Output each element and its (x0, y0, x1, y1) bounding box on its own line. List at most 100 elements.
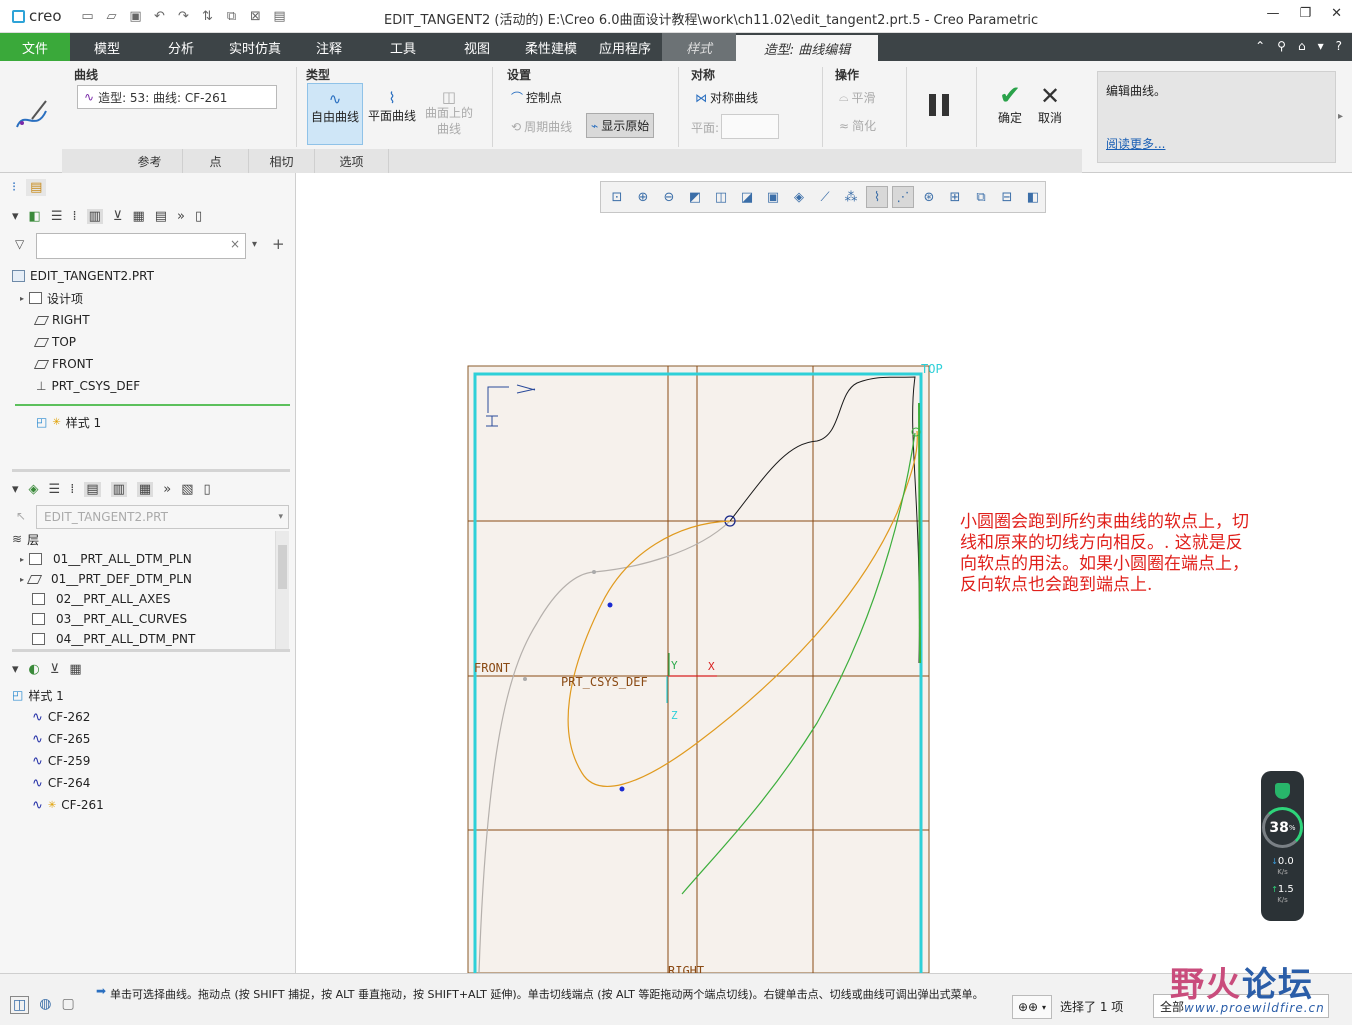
open-file-icon[interactable]: ▱ (104, 9, 120, 24)
tree-item[interactable]: TOP (12, 331, 154, 353)
tree-item[interactable]: 03__PRT_ALL_CURVES (12, 609, 195, 629)
panel-divider[interactable] (12, 469, 290, 472)
close-window-icon[interactable]: ⊠ (248, 9, 264, 24)
tree-notes-icon[interactable]: ▯ (195, 209, 202, 224)
menu-view[interactable]: 视图 (440, 33, 514, 61)
style-tree-filter-icon[interactable]: ⊻ (50, 662, 60, 677)
tree-item[interactable]: ▸ 01__PRT_DEF_DTM_PLN (12, 569, 195, 589)
browser-toggle-icon[interactable]: ◍ (39, 996, 51, 1014)
folder-browser-tab-icon[interactable]: ▤ (26, 178, 47, 196)
ribbon-expand-icon[interactable]: ▸ (1338, 111, 1343, 122)
layer-expand-icon[interactable]: ▾ (12, 482, 19, 497)
style-feature-item[interactable]: ◰ ✳ 样式 1 (12, 411, 101, 433)
symmetric-curve-button[interactable]: ⋈ 对称曲线 (695, 89, 758, 106)
list-item[interactable]: ∿ CF-265 (12, 728, 104, 750)
menu-simulation[interactable]: 实时仿真 (218, 33, 292, 61)
collapse-ribbon-icon[interactable]: ⌃ (1255, 39, 1265, 53)
window-switch-icon[interactable]: ⧉ (224, 9, 240, 24)
tree-search-input[interactable]: × (36, 233, 246, 259)
menu-file[interactable]: 文件 (0, 33, 70, 61)
help-dropdown-icon[interactable]: ▾ (1318, 39, 1324, 53)
tree-filter-icon[interactable]: ⊻ (113, 209, 123, 224)
pause-button[interactable] (929, 94, 953, 116)
symmetry-plane-field[interactable] (721, 114, 779, 139)
tab-points[interactable]: 点 (183, 149, 249, 173)
tree-item[interactable]: FRONT (12, 353, 154, 375)
menu-annotate[interactable]: 注释 (292, 33, 366, 61)
tree-expand-icon[interactable]: ▾ (12, 209, 19, 224)
search-icon[interactable]: ⚲ (1277, 39, 1286, 53)
tree-item[interactable]: ◰ 样式 1 (12, 684, 104, 706)
menu-applications[interactable]: 应用程序 (588, 33, 662, 61)
clear-search-icon[interactable]: × (230, 237, 240, 251)
tree-list-icon[interactable]: ☰ (51, 209, 63, 224)
show-original-button[interactable]: ⌁ 显示原始 (586, 113, 655, 138)
expand-arrow-icon[interactable]: ▸ (20, 555, 24, 564)
list-item[interactable]: ∿ CF-264 (12, 772, 104, 794)
network-monitor-widget[interactable]: 38% ↓0.0 K/s ↑1.5 K/s (1261, 771, 1304, 921)
menu-style[interactable]: 样式 (662, 33, 736, 61)
minimize-icon[interactable]: — (1266, 6, 1279, 21)
settings-icon[interactable]: ▤ (272, 9, 288, 24)
select-arrow-icon[interactable]: ↖ (16, 509, 26, 523)
save-icon[interactable]: ▣ (128, 9, 144, 24)
model-tree-tab-icon[interactable]: ⁝ (12, 180, 16, 195)
tree-item[interactable]: ▸ 设计项 (12, 287, 154, 309)
insert-indicator[interactable] (15, 404, 290, 406)
list-item[interactable]: ∿ CF-259 (12, 750, 104, 772)
tab-options[interactable]: 选项 (315, 149, 389, 173)
community-icon[interactable]: ⌂ (1298, 39, 1306, 53)
layer-model-combo[interactable]: EDIT_TANGENT2.PRT ▾ (36, 505, 289, 529)
list-item[interactable]: ∿ CF-262 (12, 706, 104, 728)
smooth-button[interactable]: ⌓ 平滑 (839, 89, 876, 106)
search-options-icon[interactable]: ▾ (252, 239, 257, 250)
cancel-button[interactable]: ✕ 取消 (1034, 83, 1066, 126)
add-filter-icon[interactable]: + (272, 235, 285, 253)
tree-view-icon[interactable]: ▥ (86, 208, 103, 224)
redo-icon[interactable]: ↷ (176, 9, 192, 24)
fullscreen-icon[interactable]: ▢ (61, 996, 74, 1014)
menu-curve-edit-tab[interactable]: 造型: 曲线编辑 (736, 33, 878, 61)
help-icon[interactable]: ? (1336, 39, 1342, 53)
layer-list-icon[interactable]: ☰ (49, 482, 61, 497)
layer-isolate-icon[interactable]: ▦ (136, 481, 154, 497)
layer-props-icon[interactable]: ▧ (181, 482, 193, 497)
control-points-button[interactable]: ⌒ 控制点 (511, 89, 562, 106)
more-icon[interactable]: » (177, 209, 185, 224)
simplify-button[interactable]: ≈ 简化 (839, 117, 876, 134)
maximize-icon[interactable]: ❐ (1299, 6, 1311, 21)
more-icon[interactable]: » (163, 482, 171, 497)
tree-columns-icon[interactable]: ⁞ (72, 209, 76, 224)
surface-curve-button[interactable]: ◫ 曲面上的曲线 (421, 83, 477, 145)
read-more-link[interactable]: 阅读更多... (1106, 135, 1165, 152)
menu-flexible-modeling[interactable]: 柔性建模 (514, 33, 588, 61)
layer-scrollbar[interactable] (275, 531, 289, 649)
tree-show-icon[interactable]: ▤ (155, 209, 167, 224)
layer-notes-icon[interactable]: ▯ (203, 482, 210, 497)
list-item[interactable]: ∿ ✳ CF-261 (12, 794, 104, 816)
layer-hide-icon[interactable]: ▥ (110, 481, 127, 497)
tree-item[interactable]: RIGHT (12, 309, 154, 331)
menu-tools[interactable]: 工具 (366, 33, 440, 61)
expand-arrow-icon[interactable]: ▸ (20, 575, 24, 584)
expand-arrow-icon[interactable]: ▸ (20, 294, 24, 303)
tree-item[interactable]: EDIT_TANGENT2.PRT (12, 265, 154, 287)
tree-item[interactable]: ≋ 层 (12, 529, 195, 549)
style-tree-settings-icon[interactable]: ▦ (69, 662, 81, 677)
planar-curve-button[interactable]: ⌇ 平面曲线 (364, 83, 420, 145)
find-button[interactable]: ⊕⊕ ▾ (1012, 995, 1052, 1019)
ok-button[interactable]: ✔ 确定 (994, 83, 1026, 126)
tab-references[interactable]: 参考 (117, 149, 183, 173)
panel-divider[interactable] (12, 649, 290, 652)
tree-item[interactable]: ⊥ PRT_CSYS_DEF (12, 375, 154, 397)
close-icon[interactable]: ✕ (1331, 6, 1342, 21)
free-curve-button[interactable]: ∿ 自由曲线 (307, 83, 363, 145)
tree-item[interactable]: 02__PRT_ALL_AXES (12, 589, 195, 609)
undo-icon[interactable]: ↶ (152, 9, 168, 24)
menu-analysis[interactable]: 分析 (144, 33, 218, 61)
layer-columns-icon[interactable]: ⁞ (70, 482, 74, 497)
tree-item[interactable]: ▸ 01__PRT_ALL_DTM_PLN (12, 549, 195, 569)
style-tree-expand-icon[interactable]: ▾ (12, 662, 19, 677)
layer-show-icon[interactable]: ▤ (84, 481, 101, 497)
tree-settings-icon[interactable]: ▦ (132, 209, 144, 224)
